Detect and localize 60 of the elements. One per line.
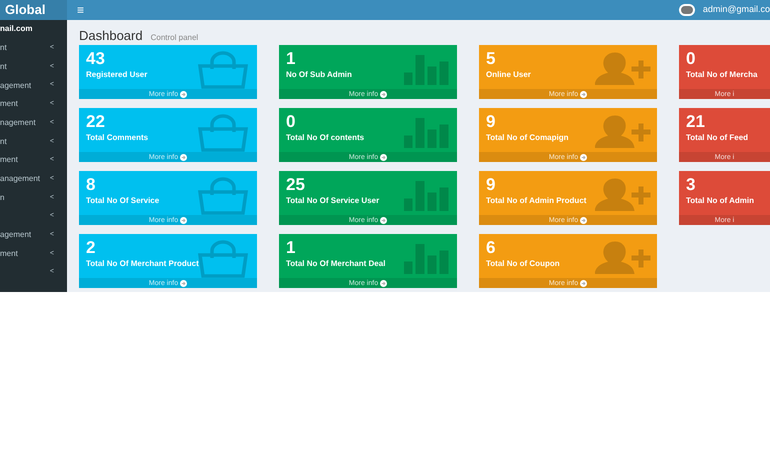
page-title: Dashboard xyxy=(79,27,143,45)
stat-value: 3 xyxy=(686,175,696,195)
arrow-circle-icon xyxy=(580,216,588,224)
user-plus-icon xyxy=(595,51,651,85)
arrow-circle-icon xyxy=(180,216,188,224)
stat-label: Total No of Admin Product xyxy=(486,195,586,207)
bar-chart-icon xyxy=(404,55,450,85)
stat-value: 1 xyxy=(286,238,296,258)
stat-value: 21 xyxy=(686,112,705,132)
stat-value: 43 xyxy=(86,49,105,69)
stat-label: No Of Sub Admin xyxy=(286,69,352,81)
stat-label: Total No Of Service User xyxy=(286,195,380,207)
stat-label: Total No Of contents xyxy=(286,132,364,144)
arrow-circle-icon xyxy=(180,90,188,98)
user-plus-icon xyxy=(595,177,651,211)
page-subtitle: Control panel xyxy=(150,32,198,44)
stat-value: 9 xyxy=(486,112,496,132)
arrow-circle-icon xyxy=(380,90,388,98)
arrow-circle-icon xyxy=(180,280,188,286)
stat-value: 0 xyxy=(286,112,296,132)
arrow-circle-icon xyxy=(580,90,588,98)
bar-chart-icon xyxy=(404,118,450,148)
stat-value: 1 xyxy=(286,49,296,69)
stat-label: Total Comments xyxy=(86,132,148,144)
stat-value: 2 xyxy=(86,238,96,258)
stat-value: 9 xyxy=(486,175,496,195)
avatar-icon[interactable] xyxy=(678,4,695,16)
bag-icon xyxy=(197,51,249,89)
stat-value: 22 xyxy=(86,112,105,132)
stat-label: Online User xyxy=(486,69,531,81)
user-plus-icon xyxy=(595,114,651,148)
stat-label: Total No Of Merchant Product xyxy=(86,258,199,270)
user-email[interactable]: admin@gmail.co xyxy=(702,3,770,17)
bag-icon xyxy=(197,114,249,152)
stat-label: Total No Of Merchant Deal xyxy=(286,258,386,270)
bar-chart-icon xyxy=(404,244,450,274)
arrow-circle-icon xyxy=(380,280,388,286)
sidebar-user-text: nail.com xyxy=(0,23,34,35)
arrow-circle-icon xyxy=(580,280,588,286)
stat-label: Total No of Mercha xyxy=(686,69,758,81)
bag-icon xyxy=(197,177,249,215)
arrow-circle-icon xyxy=(380,216,388,224)
stat-label: Registered User xyxy=(86,69,148,81)
logo-text[interactable]: Global xyxy=(0,0,46,20)
stat-value: 5 xyxy=(486,49,496,69)
stat-value: 0 xyxy=(686,49,696,69)
stat-label: Total No Of Service xyxy=(86,195,160,207)
stat-label: Total No of Comapign xyxy=(486,132,569,144)
stat-label: Total No of Coupon xyxy=(486,258,560,270)
bar-chart-icon xyxy=(404,181,450,211)
bag-icon xyxy=(197,240,249,278)
stat-value: 6 xyxy=(486,238,496,258)
arrow-circle-icon xyxy=(580,154,588,160)
user-plus-icon xyxy=(595,240,651,274)
stat-label: Total No of Feed xyxy=(686,132,748,144)
stat-value: 25 xyxy=(286,175,305,195)
arrow-circle-icon xyxy=(380,154,388,160)
stat-label: Total No of Admin xyxy=(686,195,754,207)
stat-value: 8 xyxy=(86,175,96,195)
arrow-circle-icon xyxy=(180,154,188,160)
